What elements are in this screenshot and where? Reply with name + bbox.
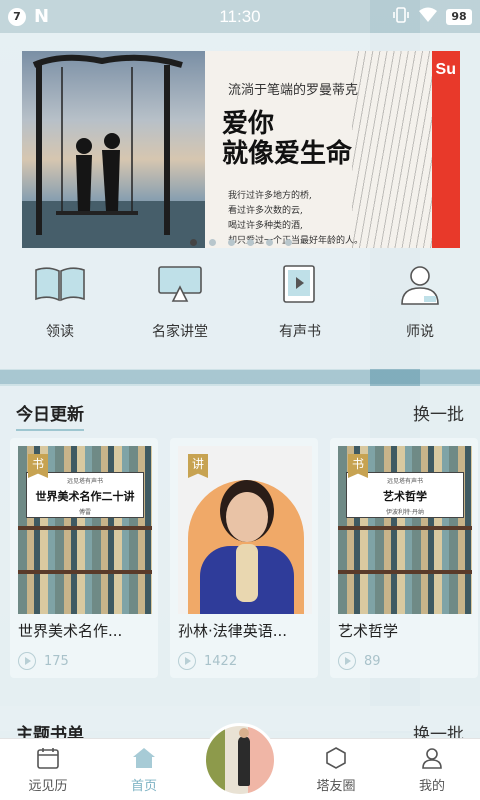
- center-avatar-button[interactable]: [203, 723, 277, 797]
- card-title: 孙林·法律英语...: [178, 622, 288, 640]
- open-book-icon: [33, 263, 87, 307]
- book-cover: 远见塔有声书 艺术哲学 伊波利特·丹纳 书: [338, 446, 472, 614]
- play-count: 1422: [178, 652, 237, 670]
- content-card[interactable]: 远见塔有声书 世界美术名作二十讲 傅雷 书 世界美术名作... 175: [10, 438, 158, 678]
- banner-title: 爱你 就像爱生命: [222, 109, 353, 169]
- teacher-icon: [393, 263, 447, 307]
- section-title: 今日更新: [16, 400, 84, 431]
- nav-label: 远见历: [28, 779, 68, 794]
- app-n-icon: N: [34, 6, 50, 27]
- content-card[interactable]: 讲 孙林·法律英语... 1422: [170, 438, 318, 678]
- banner-next-slide: Su: [432, 51, 460, 248]
- carousel-dot[interactable]: [247, 239, 254, 246]
- play-icon: [178, 652, 196, 670]
- battery-indicator: 98: [446, 8, 472, 25]
- banner-carousel[interactable]: Su 流淌于笔端的罗曼蒂克 爱你 就像爱生命 我行过许多地方的桥, 看过许多次数…: [22, 51, 460, 248]
- banner-photo: [22, 51, 205, 248]
- play-icon: [338, 652, 356, 670]
- refresh-batch-button[interactable]: 换一批: [413, 400, 464, 425]
- content-card[interactable]: 远见塔有声书 艺术哲学 伊波利特·丹纳 书 艺术哲学 89: [330, 438, 478, 678]
- card-list: 远见塔有声书 世界美术名作二十讲 傅雷 书 世界美术名作... 175 讲 孙林…: [10, 438, 478, 678]
- nav-profile[interactable]: 我的: [384, 739, 480, 800]
- nav-community[interactable]: 塔友圈: [288, 739, 384, 800]
- nav-label: 首页: [130, 779, 157, 794]
- audio-book-icon: [273, 263, 327, 307]
- nav-label: 我的: [418, 779, 445, 794]
- lecture-cover: 讲: [178, 446, 312, 614]
- nav-home[interactable]: 首页: [96, 739, 192, 800]
- wifi-icon: [418, 7, 438, 27]
- carousel-dot[interactable]: [209, 239, 216, 246]
- nav-calendar[interactable]: 远见历: [0, 739, 96, 800]
- lecture-tag-badge: 讲: [188, 454, 208, 478]
- vibrate-icon: [392, 6, 410, 28]
- quick-nav-teacher[interactable]: 师说: [360, 263, 480, 353]
- cover-title-box: 远见塔有声书 世界美术名作二十讲 傅雷: [26, 472, 144, 518]
- carousel-dot[interactable]: [228, 239, 235, 246]
- bottom-nav: 远见历 首页 塔友圈 我的: [0, 723, 480, 800]
- play-count: 89: [338, 652, 381, 670]
- banner-subtitle: 流淌于笔端的罗曼蒂克: [228, 83, 359, 98]
- play-count: 175: [18, 652, 69, 670]
- carousel-dots: [22, 239, 460, 246]
- lecture-screen-icon: [153, 263, 207, 307]
- calendar-icon: [35, 745, 61, 771]
- quick-nav-label: 领读: [46, 324, 74, 340]
- today-updates-section: 今日更新 换一批 远见塔有声书 世界美术名作二十讲 傅雷 书 世界美术名作...: [0, 386, 480, 731]
- hexagon-icon: [323, 745, 349, 771]
- quick-nav-label: 有声书: [279, 324, 321, 340]
- top-card: Su 流淌于笔端的罗曼蒂克 爱你 就像爱生命 我行过许多地方的桥, 看过许多次数…: [0, 33, 480, 369]
- section-header: 今日更新 换一批: [0, 386, 480, 438]
- quick-nav-label: 师说: [406, 324, 434, 340]
- card-title: 艺术哲学: [338, 622, 399, 640]
- quick-nav-audiobook[interactable]: 有声书: [240, 263, 360, 353]
- cover-title-box: 远见塔有声书 艺术哲学 伊波利特·丹纳: [346, 472, 464, 518]
- user-icon: [419, 745, 445, 771]
- avatar: [238, 728, 250, 786]
- notification-badge: 7: [8, 7, 26, 26]
- nav-label: 塔友圈: [316, 779, 356, 794]
- quick-nav: 领读 名家讲堂 有声书 师说: [0, 263, 480, 353]
- background-stripe: [0, 370, 480, 384]
- quick-nav-lingdu[interactable]: 领读: [0, 263, 120, 353]
- card-title: 世界美术名作...: [18, 622, 123, 640]
- quick-nav-lecture[interactable]: 名家讲堂: [120, 263, 240, 353]
- carousel-dot[interactable]: [190, 239, 197, 246]
- status-bar: 7 N 11:30 98: [0, 0, 480, 33]
- book-cover: 远见塔有声书 世界美术名作二十讲 傅雷 书: [18, 446, 152, 614]
- home-icon: [131, 745, 157, 771]
- carousel-dot[interactable]: [266, 239, 273, 246]
- quick-nav-label: 名家讲堂: [152, 324, 208, 340]
- play-icon: [18, 652, 36, 670]
- carousel-dot[interactable]: [285, 239, 292, 246]
